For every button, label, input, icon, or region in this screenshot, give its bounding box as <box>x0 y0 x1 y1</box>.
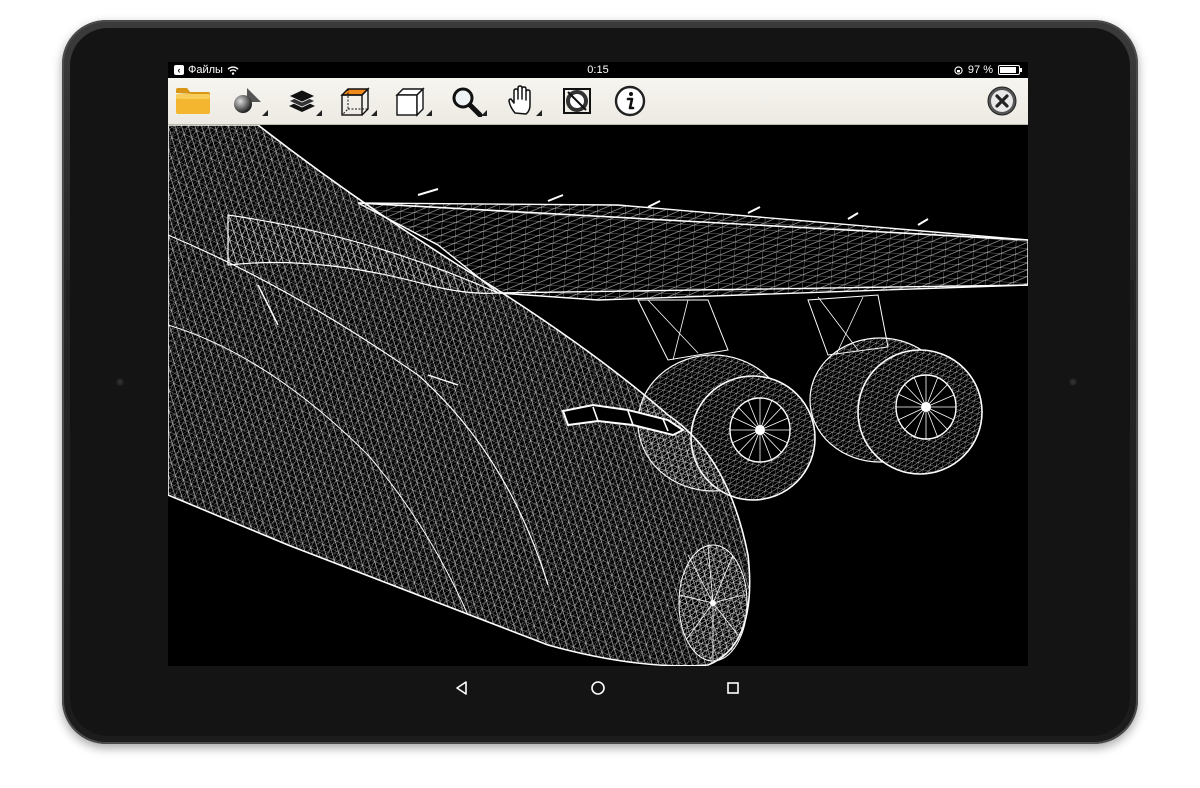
nav-recents-button[interactable] <box>721 676 745 700</box>
cube-icon <box>395 87 425 117</box>
rotation-lock-icon <box>954 65 963 75</box>
info-button[interactable] <box>608 83 652 119</box>
zoom-button[interactable] <box>445 83 489 119</box>
open-file-button[interactable] <box>171 83 215 119</box>
shading-button[interactable] <box>226 83 270 119</box>
status-bar: ‹ Файлы 0:15 97 % <box>168 62 1028 78</box>
3d-viewport[interactable] <box>168 125 1028 666</box>
front-sensor-right <box>1069 378 1077 386</box>
volume-button <box>66 280 70 320</box>
status-time: 0:15 <box>587 64 609 76</box>
power-button <box>1130 280 1134 320</box>
folder-icon <box>176 88 210 114</box>
nav-back-button[interactable] <box>450 676 474 700</box>
wireframe-aircraft-model <box>168 125 1028 666</box>
status-right: 97 % <box>954 62 1022 78</box>
magnifier-icon <box>452 87 483 117</box>
fit-view-button[interactable] <box>555 83 599 119</box>
view-cube-button[interactable] <box>335 83 379 119</box>
pan-button[interactable] <box>500 83 544 119</box>
fit-view-icon <box>563 88 591 114</box>
battery-icon <box>998 65 1022 75</box>
back-triangle-icon <box>456 681 467 695</box>
shapes-icon <box>234 88 261 113</box>
hand-icon <box>508 85 531 115</box>
home-circle-icon <box>591 681 605 695</box>
recents-square-icon <box>727 682 739 694</box>
layers-button[interactable] <box>280 83 324 119</box>
app-screen: ‹ Файлы 0:15 97 % <box>168 62 1028 666</box>
info-icon <box>614 85 646 117</box>
close-button[interactable] <box>980 83 1024 119</box>
close-icon <box>987 86 1017 116</box>
nav-home-button[interactable] <box>586 676 610 700</box>
engine-2 <box>809 337 983 475</box>
projection-button[interactable] <box>390 83 434 119</box>
cube-orange-face-icon <box>340 87 370 116</box>
layers-icon <box>288 89 316 112</box>
front-sensor-left <box>116 378 124 386</box>
toolbar <box>168 78 1028 125</box>
battery-percent: 97 % <box>967 64 993 76</box>
